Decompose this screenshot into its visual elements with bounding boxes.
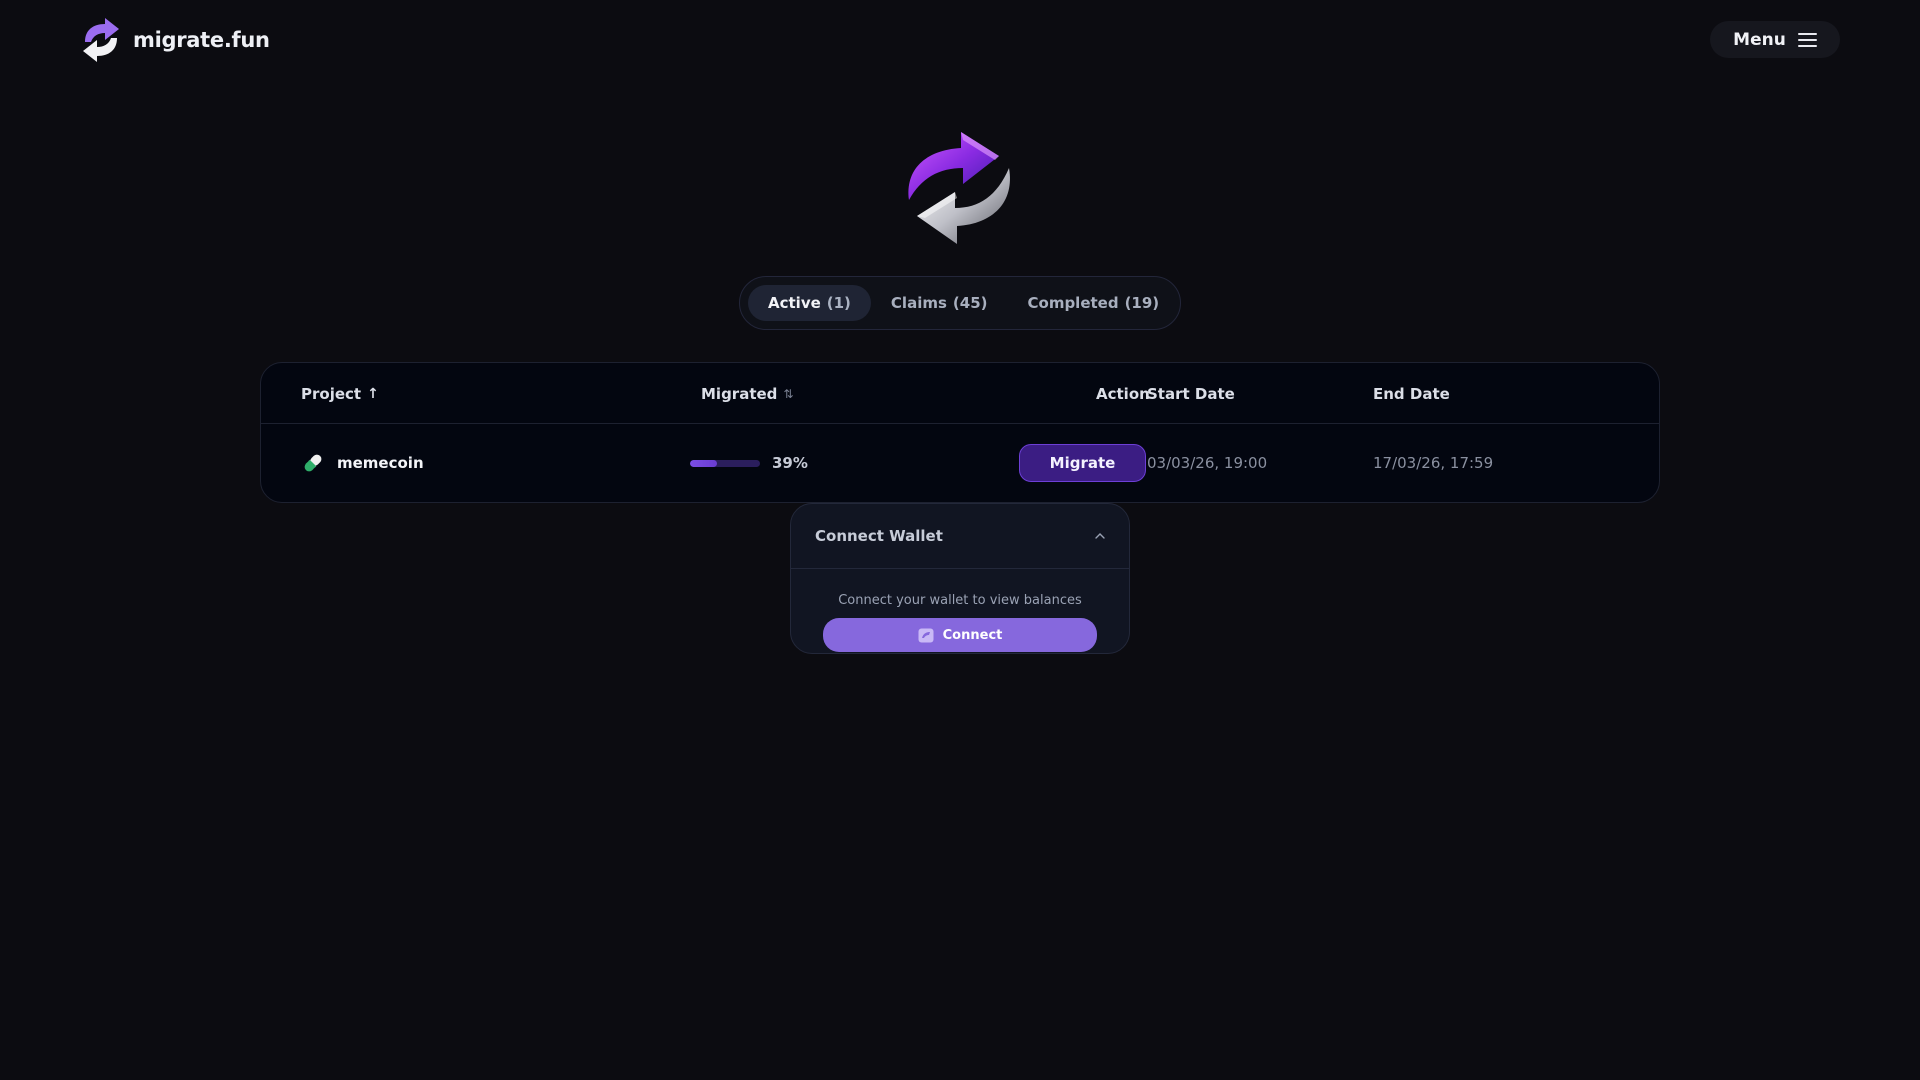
column-label: Start Date: [1147, 385, 1235, 403]
brand-name: migrate.fun: [133, 28, 270, 52]
progress-fill: [690, 459, 718, 467]
column-header-project[interactable]: Project ↑: [301, 385, 379, 403]
column-header-action: Action: [1096, 385, 1150, 403]
end-date-cell: 17/03/26, 17:59: [1373, 424, 1493, 502]
tab-count: (45): [952, 294, 988, 312]
column-label: Action: [1096, 385, 1150, 403]
tab-label: Active: [768, 294, 821, 312]
tab-active[interactable]: Active (1): [748, 285, 871, 321]
table-row[interactable]: memecoin 39% Migrate 03/03/26, 19:00 17/…: [261, 424, 1659, 502]
column-label: Migrated: [701, 385, 778, 403]
tab-count: (19): [1124, 294, 1160, 312]
column-header-migrated[interactable]: Migrated ⇅: [701, 385, 793, 403]
project-cell: memecoin: [301, 424, 424, 502]
tab-label: Completed: [1027, 294, 1119, 312]
brand-logo[interactable]: migrate.fun: [79, 16, 270, 64]
wallet-panel-toggle[interactable]: Connect Wallet: [791, 504, 1129, 569]
tab-completed[interactable]: Completed (19): [1008, 285, 1180, 321]
tab-label: Claims: [890, 294, 947, 312]
migrated-percent: 39%: [772, 454, 808, 472]
swap-arrows-icon: [83, 18, 119, 62]
pill-icon: [304, 454, 322, 472]
connect-wallet-panel: Connect Wallet Connect your wallet to vi…: [790, 503, 1130, 654]
hamburger-icon: [1797, 32, 1817, 47]
project-tabs: Active (1) Claims (45) Completed (19): [739, 276, 1181, 330]
projects-table: Project ↑ Migrated ⇅ Action Start Date E…: [260, 362, 1660, 503]
wallet-panel-title: Connect Wallet: [815, 527, 943, 545]
wallet-icon: [918, 628, 934, 642]
sort-ascending-icon: ↑: [367, 386, 379, 402]
start-date-cell: 03/03/26, 19:00: [1147, 424, 1267, 502]
start-date: 03/03/26, 19:00: [1147, 454, 1268, 472]
migrated-cell: 39%: [690, 424, 808, 502]
menu-label: Menu: [1733, 29, 1786, 50]
connect-button[interactable]: Connect: [823, 618, 1097, 652]
tab-count: (1): [826, 294, 851, 312]
wallet-message: Connect your wallet to view balances: [838, 593, 1082, 608]
column-label: End Date: [1373, 385, 1450, 403]
column-label: Project: [301, 385, 362, 403]
chevron-up-icon: [1095, 533, 1105, 539]
action-cell: Migrate: [1019, 424, 1146, 502]
migrate-button[interactable]: Migrate: [1019, 444, 1146, 482]
hero-swap-arrows-icon: [908, 132, 1010, 244]
end-date: 17/03/26, 17:59: [1373, 454, 1494, 472]
project-name[interactable]: memecoin: [337, 454, 424, 472]
column-header-end-date: End Date: [1373, 385, 1450, 403]
sort-toggle-icon: ⇅: [783, 387, 794, 401]
menu-button[interactable]: Menu: [1710, 21, 1840, 58]
tab-claims[interactable]: Claims (45): [871, 285, 1008, 321]
column-header-start-date: Start Date: [1147, 385, 1235, 403]
connect-label: Connect: [942, 627, 1003, 643]
migration-progress-bar: [690, 459, 760, 467]
table-header: Project ↑ Migrated ⇅ Action Start Date E…: [261, 363, 1659, 424]
